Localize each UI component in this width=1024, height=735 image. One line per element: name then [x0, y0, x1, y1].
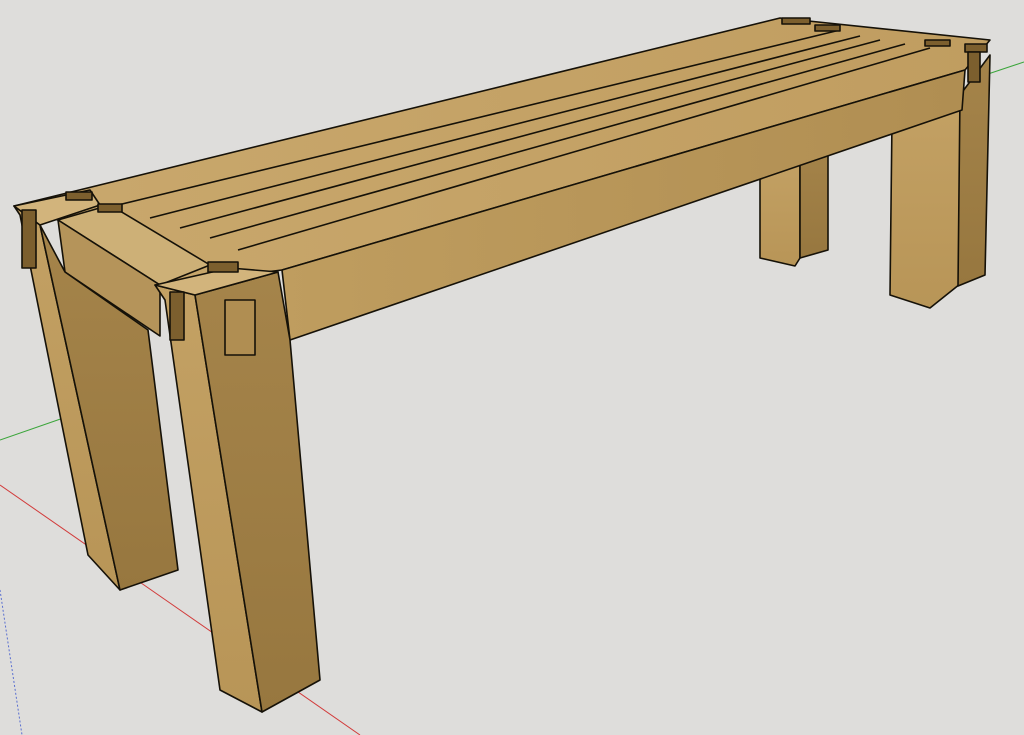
tenon-notch-3 [207, 261, 239, 273]
tenon-notch-7 [964, 43, 988, 53]
tenon-notch-4 [21, 209, 37, 269]
tenon-notch-1 [169, 291, 185, 341]
bench-3d-scene[interactable] [0, 0, 1024, 735]
tenon-notch-10 [814, 24, 841, 32]
tenon-notch-5 [65, 191, 93, 201]
tenon-notch-6 [97, 203, 123, 213]
modeling-viewport[interactable] [0, 0, 1024, 735]
tenon-notch-2 [224, 299, 256, 356]
tenon-notch-9 [781, 17, 811, 25]
blue-axis-line [0, 589, 23, 735]
tenon-notch-11 [924, 39, 951, 47]
tenon-notch-8 [967, 51, 981, 83]
green-axis-line-far [984, 61, 1024, 76]
